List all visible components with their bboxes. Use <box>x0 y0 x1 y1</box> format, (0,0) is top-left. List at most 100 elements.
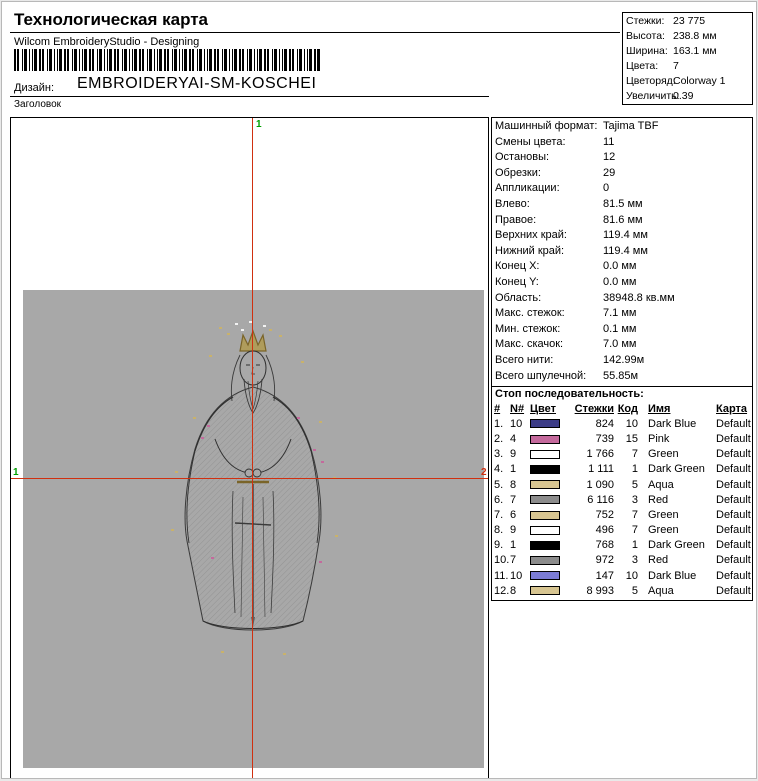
machine-info-label: Влево: <box>495 197 530 213</box>
row-num: 4. <box>494 463 510 475</box>
row-needle: 1 <box>510 539 530 551</box>
machine-info-value: 7.1 мм <box>603 306 636 322</box>
row-num: 7. <box>494 509 510 521</box>
row-stitches: 6 116 <box>566 494 616 506</box>
summary-value: 238.8 мм <box>673 29 717 44</box>
row-stitches: 768 <box>566 539 616 551</box>
stop-sequence-row: 3. 9 1 766 7 Green Default <box>492 447 752 462</box>
row-stitches: 752 <box>566 509 616 521</box>
machine-info-row: Конец X: 0.0 мм <box>492 259 752 275</box>
summary-value: 163.1 мм <box>673 44 717 59</box>
machine-info-value: 142.99м <box>603 353 644 369</box>
summary-row: Стежки: 23 775 <box>623 14 752 29</box>
col-num: # <box>494 403 510 415</box>
machine-info-row: Область: 38948.8 кв.мм <box>492 291 752 307</box>
row-color-cell <box>530 554 566 566</box>
row-color-cell <box>530 418 566 430</box>
thread-color-swatch <box>530 450 560 459</box>
marker-top: 1 <box>256 119 262 130</box>
summary-row: Цвета: 7 <box>623 59 752 74</box>
machine-info-value: 38948.8 кв.мм <box>603 291 675 307</box>
row-map: Default <box>714 448 754 460</box>
machine-info-row: Мин. стежок: 0.1 мм <box>492 322 752 338</box>
crosshair-horizontal <box>11 478 488 479</box>
row-color-cell <box>530 539 566 551</box>
machine-info-row: Правое: 81.6 мм <box>492 213 752 229</box>
machine-info-row: Влево: 81.5 мм <box>492 197 752 213</box>
machine-info-label: Нижний край: <box>495 244 564 260</box>
machine-info-label: Остановы: <box>495 150 549 166</box>
marker-right: 2 <box>481 467 487 478</box>
stop-sequence-row: 2. 4 739 15 Pink Default <box>492 431 752 446</box>
summary-value: 7 <box>673 59 679 74</box>
row-needle: 9 <box>510 448 530 460</box>
thread-color-swatch <box>530 465 560 474</box>
row-num: 6. <box>494 494 510 506</box>
machine-info-row: Обрезки: 29 <box>492 166 752 182</box>
marker-left: 1 <box>13 467 19 478</box>
row-color-cell <box>530 570 566 582</box>
machine-info-label: Макс. стежок: <box>495 306 565 322</box>
row-stitches: 8 993 <box>566 585 616 597</box>
row-map: Default <box>714 585 754 597</box>
summary-row: Цветоряд: Colorway 1 <box>623 74 752 89</box>
row-num: 5. <box>494 479 510 491</box>
thread-color-swatch <box>530 541 560 550</box>
row-code: 3 <box>616 494 642 506</box>
row-num: 8. <box>494 524 510 536</box>
stop-sequence-row: 7. 6 752 7 Green Default <box>492 507 752 522</box>
col-code: Код <box>616 403 642 415</box>
row-map: Default <box>714 509 754 521</box>
row-thread-name: Red <box>642 494 714 506</box>
machine-info-row: Остановы: 12 <box>492 150 752 166</box>
row-num: 10. <box>494 554 510 566</box>
col-needle: N# <box>510 403 530 415</box>
machine-info-label: Конец X: <box>495 259 539 275</box>
machine-info-label: Всего шпулечной: <box>495 369 586 385</box>
machine-info-value: 29 <box>603 166 615 182</box>
row-needle: 10 <box>510 418 530 430</box>
crosshair-vertical <box>252 118 253 779</box>
summary-row: Ширина: 163.1 мм <box>623 44 752 59</box>
machine-info-value: Tajima TBF <box>603 119 658 135</box>
row-map: Default <box>714 539 754 551</box>
row-stitches: 739 <box>566 433 616 445</box>
col-map: Карта <box>714 403 754 415</box>
subtitle-label: Заголовок <box>14 99 61 110</box>
machine-info-label: Машинный формат: <box>495 119 597 135</box>
row-map: Default <box>714 479 754 491</box>
row-stitches: 824 <box>566 418 616 430</box>
stop-sequence-row: 1. 10 824 10 Dark Blue Default <box>492 416 752 431</box>
row-num: 1. <box>494 418 510 430</box>
row-num: 2. <box>494 433 510 445</box>
row-thread-name: Red <box>642 554 714 566</box>
row-thread-name: Dark Green <box>642 463 714 475</box>
machine-info-row: Макс. стежок: 7.1 мм <box>492 306 752 322</box>
design-name: EMBROIDERYAI-SM-KOSCHEI <box>77 75 316 93</box>
row-color-cell <box>530 433 566 445</box>
machine-info-label: Мин. стежок: <box>495 322 560 338</box>
machine-info-row: Всего нити: 142.99м <box>492 353 752 369</box>
row-needle: 8 <box>510 479 530 491</box>
summary-label: Стежки: <box>626 14 664 29</box>
thread-color-swatch <box>530 435 560 444</box>
stop-sequence-row: 8. 9 496 7 Green Default <box>492 523 752 538</box>
row-stitches: 1 766 <box>566 448 616 460</box>
embroidery-design-koschei <box>123 321 383 661</box>
row-code: 5 <box>616 479 642 491</box>
page-title: Технологическая карта <box>14 10 208 30</box>
machine-info-value: 0.1 мм <box>603 322 636 338</box>
summary-row: Высота: 238.8 мм <box>623 29 752 44</box>
row-needle: 4 <box>510 433 530 445</box>
machine-info-value: 12 <box>603 150 615 166</box>
thread-color-swatch <box>530 556 560 565</box>
machine-info-row: Аппликации: 0 <box>492 181 752 197</box>
row-map: Default <box>714 418 754 430</box>
machine-info-label: Макс. скачок: <box>495 337 563 353</box>
thread-color-swatch <box>530 511 560 520</box>
design-summary-box: Стежки: 23 775 Высота: 238.8 мм Ширина: … <box>622 12 753 105</box>
row-needle: 6 <box>510 509 530 521</box>
row-code: 10 <box>616 418 642 430</box>
row-code: 5 <box>616 585 642 597</box>
machine-info-value: 81.6 мм <box>603 213 643 229</box>
